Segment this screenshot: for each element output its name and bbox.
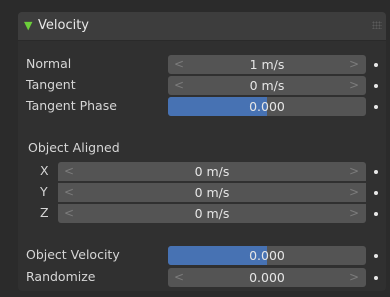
- object-velocity-value: 0.000: [249, 248, 285, 263]
- tangent-field[interactable]: < 0 m/s >: [168, 76, 366, 95]
- keyframe-dot-icon[interactable]: [374, 276, 378, 280]
- properties-editor: ▼ Velocity Normal < 1 m/s > Tangent < 0 …: [0, 0, 390, 297]
- normal-field[interactable]: < 1 m/s >: [168, 55, 366, 74]
- tangent-phase-slider[interactable]: 0.000: [168, 97, 366, 116]
- x-value: 0 m/s: [194, 164, 230, 179]
- object-aligned-label: Object Aligned: [28, 140, 120, 155]
- object-velocity-slider[interactable]: 0.000: [168, 246, 366, 265]
- increment-arrow-icon[interactable]: >: [349, 185, 359, 199]
- tangent-label: Tangent: [26, 77, 76, 92]
- keyframe-dot-icon[interactable]: [374, 191, 378, 195]
- keyframe-dot-icon[interactable]: [374, 170, 378, 174]
- z-label: Z: [40, 205, 49, 220]
- keyframe-dot-icon[interactable]: [374, 105, 378, 109]
- z-value: 0 m/s: [194, 206, 230, 221]
- velocity-panel: ▼ Velocity Normal < 1 m/s > Tangent < 0 …: [18, 12, 386, 291]
- x-field[interactable]: < 0 m/s >: [58, 162, 366, 181]
- keyframe-dot-icon[interactable]: [374, 212, 378, 216]
- grip-dots-icon[interactable]: [372, 21, 382, 29]
- increment-arrow-icon[interactable]: >: [349, 78, 359, 92]
- z-field[interactable]: < 0 m/s >: [58, 204, 366, 223]
- keyframe-dot-icon[interactable]: [374, 254, 378, 258]
- x-label: X: [40, 163, 49, 178]
- increment-arrow-icon[interactable]: >: [349, 57, 359, 71]
- randomize-field[interactable]: < 0.000 >: [168, 268, 366, 287]
- increment-arrow-icon[interactable]: >: [349, 206, 359, 220]
- normal-label: Normal: [26, 56, 72, 71]
- triangle-down-icon[interactable]: ▼: [24, 19, 32, 32]
- y-value: 0 m/s: [194, 185, 230, 200]
- object-velocity-label: Object Velocity: [26, 247, 120, 262]
- randomize-value: 0.000: [249, 270, 285, 285]
- y-label: Y: [40, 184, 48, 199]
- y-field[interactable]: < 0 m/s >: [58, 183, 366, 202]
- panel-header[interactable]: ▼ Velocity: [18, 12, 386, 41]
- panel-title: Velocity: [38, 18, 89, 33]
- tangent-value: 0 m/s: [249, 78, 285, 93]
- tangent-phase-value: 0.000: [249, 99, 285, 114]
- increment-arrow-icon[interactable]: >: [349, 270, 359, 284]
- keyframe-dot-icon[interactable]: [374, 63, 378, 67]
- randomize-label: Randomize: [26, 269, 96, 284]
- keyframe-dot-icon[interactable]: [374, 84, 378, 88]
- normal-value: 1 m/s: [249, 57, 285, 72]
- increment-arrow-icon[interactable]: >: [349, 164, 359, 178]
- tangent-phase-label: Tangent Phase: [26, 98, 117, 113]
